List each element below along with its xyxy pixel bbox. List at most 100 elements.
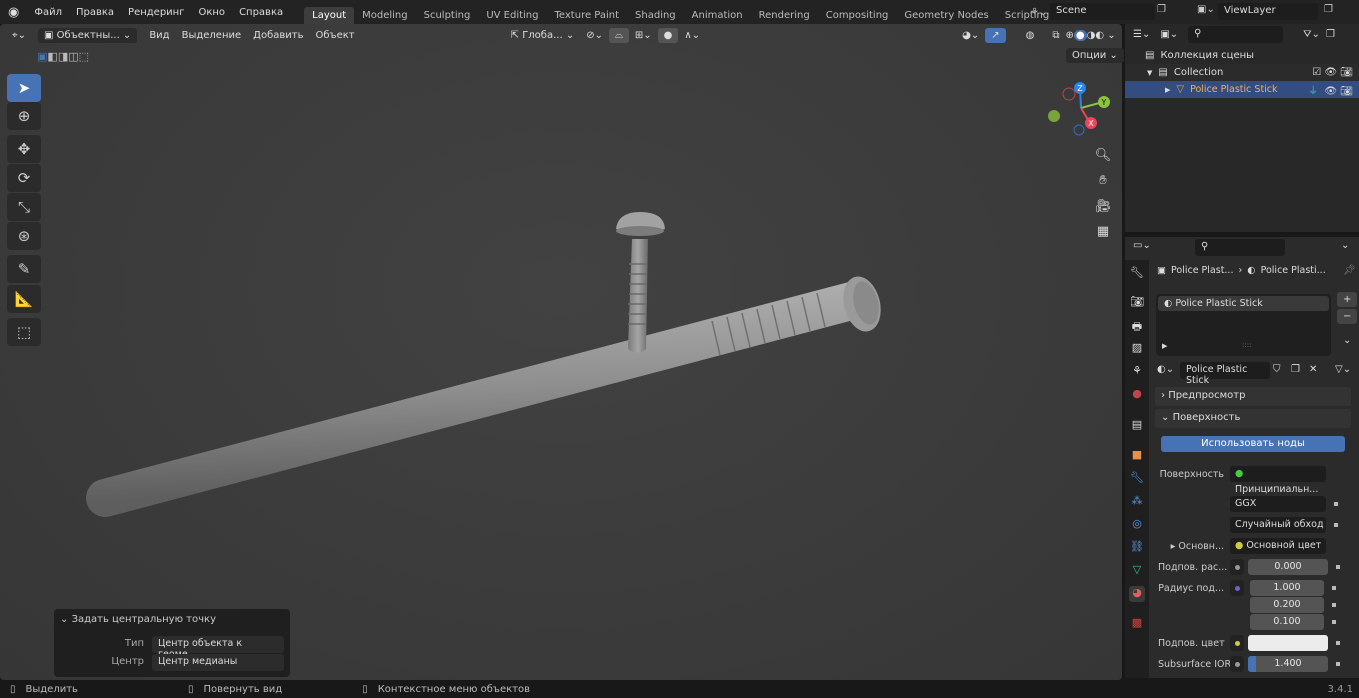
- zoom-icon[interactable]: 🔍︎: [1092, 145, 1114, 167]
- select-extend-icon[interactable]: ◧: [47, 50, 57, 63]
- rotate-tool[interactable]: ⟳: [7, 164, 41, 192]
- type-dropdown[interactable]: Центр объекта к геоме... ⌄: [152, 636, 284, 660]
- pan-hand-icon[interactable]: ✋︎: [1092, 170, 1114, 192]
- select-box-tool[interactable]: ➤: [7, 74, 41, 102]
- select-subtract-icon[interactable]: ◨: [58, 50, 68, 63]
- menu-select[interactable]: Выделение: [182, 30, 242, 41]
- keyframe-dot[interactable]: [1336, 662, 1340, 666]
- menu-object[interactable]: Объект: [316, 30, 355, 41]
- menu-file[interactable]: Файл: [27, 7, 69, 18]
- menu-view[interactable]: Вид: [149, 30, 169, 41]
- resize-handle-icon[interactable]: ::::: [1242, 341, 1251, 349]
- duplicate-material-icon[interactable]: ❐: [1291, 364, 1300, 375]
- tab-compositing[interactable]: Compositing: [818, 7, 897, 24]
- surface-panel-header[interactable]: ⌄ Поверхность: [1155, 409, 1351, 428]
- socket-icon[interactable]: [1230, 580, 1244, 596]
- keyframe-dot[interactable]: [1332, 603, 1336, 607]
- select-new-icon[interactable]: ▣: [37, 50, 47, 63]
- move-tool[interactable]: ✥: [7, 135, 41, 163]
- outliner-row-object[interactable]: ▶ ▽ Police Plastic Stick ⏚ 👁︎ 📷︎: [1125, 81, 1359, 98]
- radius-y-field[interactable]: 0.200: [1250, 597, 1324, 613]
- menu-edit[interactable]: Правка: [69, 7, 121, 18]
- last-op-header[interactable]: ⌄ Задать центральную точку: [60, 614, 216, 625]
- camera-view-icon[interactable]: 🎥︎: [1092, 196, 1114, 218]
- perspective-grid-icon[interactable]: ▦: [1092, 221, 1114, 243]
- fake-user-icon[interactable]: ⛉: [1273, 364, 1281, 375]
- keyframe-dot[interactable]: [1336, 565, 1340, 569]
- base-color-label[interactable]: ▸ Основн...: [1158, 541, 1230, 552]
- texture-tab-icon[interactable]: ▩: [1129, 616, 1145, 632]
- distribution-dropdown[interactable]: GGX: [1230, 496, 1326, 512]
- data-visibility-icons[interactable]: ⏚ 👁︎ 📷︎: [1308, 82, 1353, 97]
- subsurface-ior-field[interactable]: 1.400: [1248, 656, 1328, 672]
- keyframe-dot[interactable]: [1332, 586, 1336, 590]
- tool-tab-icon[interactable]: 🔧︎: [1129, 266, 1145, 282]
- add-cube-tool[interactable]: ⬚: [7, 318, 41, 346]
- xray-icon[interactable]: ⧉: [1046, 28, 1065, 43]
- socket-icon[interactable]: [1230, 559, 1244, 575]
- keyframe-dot[interactable]: [1336, 641, 1340, 645]
- browse-material-icon[interactable]: ◐⌄: [1157, 364, 1174, 375]
- particles-tab-icon[interactable]: ⁂: [1129, 494, 1145, 510]
- tab-sculpting[interactable]: Sculpting: [416, 7, 479, 24]
- object-tab-icon[interactable]: ■: [1129, 448, 1145, 464]
- socket-icon[interactable]: [1230, 656, 1244, 672]
- subsurface-method-dropdown[interactable]: Случайный обход: [1230, 517, 1326, 533]
- filter-view-icon[interactable]: ▣⌄: [1160, 29, 1178, 40]
- viewlayer-icon[interactable]: ▣⌄: [1197, 4, 1215, 15]
- tab-rendering[interactable]: Rendering: [751, 7, 818, 24]
- expand-icon[interactable]: ▶: [1162, 342, 1167, 350]
- material-tab-icon[interactable]: ◕: [1129, 586, 1145, 602]
- overlay-icon[interactable]: ◍: [1020, 28, 1041, 43]
- transform-tool[interactable]: ⊛: [7, 222, 41, 250]
- radius-x-field[interactable]: 1.000: [1250, 580, 1324, 596]
- menu-window[interactable]: Окно: [191, 7, 232, 18]
- cursor-tool[interactable]: ⊕: [7, 102, 41, 130]
- options-button[interactable]: Опции ⌄: [1066, 48, 1124, 63]
- scene-icon[interactable]: ⚘⌄: [1030, 7, 1047, 18]
- new-collection-icon[interactable]: ❐: [1326, 29, 1335, 40]
- new-viewlayer-icon[interactable]: ❐: [1324, 4, 1333, 15]
- outliner-row-collection[interactable]: ▼ ▤ Collection ☑ 👁︎ 📷︎: [1125, 64, 1359, 81]
- modifier-tab-icon[interactable]: 🔧︎: [1129, 471, 1145, 487]
- select-invert-icon[interactable]: ◫: [68, 50, 78, 63]
- annotate-tool[interactable]: ✎: [7, 255, 41, 283]
- tab-geometry-nodes[interactable]: Geometry Nodes: [896, 7, 996, 24]
- tab-texture-paint[interactable]: Texture Paint: [547, 7, 628, 24]
- render-tab-icon[interactable]: 📷︎: [1129, 295, 1145, 311]
- visibility-icon[interactable]: ◕⌄: [956, 28, 985, 43]
- gizmo-toggle-icon[interactable]: ↗: [985, 27, 1006, 43]
- keyframe-dot[interactable]: [1332, 620, 1336, 624]
- scale-tool[interactable]: ⤡: [7, 193, 41, 221]
- use-nodes-button[interactable]: Использовать ноды: [1161, 436, 1345, 452]
- output-tab-icon[interactable]: 🖶︎: [1129, 318, 1145, 334]
- tab-animation[interactable]: Animation: [684, 7, 751, 24]
- preview-panel-header[interactable]: › Предпросмотр: [1155, 387, 1351, 406]
- view-layer-tab-icon[interactable]: ▨: [1129, 341, 1145, 357]
- tab-shading[interactable]: Shading: [627, 7, 684, 24]
- tab-uv-editing[interactable]: UV Editing: [478, 7, 546, 24]
- keyframe-dot[interactable]: [1334, 502, 1338, 506]
- tab-modeling[interactable]: Modeling: [354, 7, 416, 24]
- collection-tab-icon[interactable]: ▤: [1129, 418, 1145, 434]
- proportional-edit-icon[interactable]: ●: [657, 27, 679, 43]
- add-slot-button[interactable]: +: [1337, 292, 1358, 307]
- data-tab-icon[interactable]: ▽: [1129, 563, 1145, 579]
- pin-icon[interactable]: 📌︎: [1343, 265, 1356, 276]
- navigation-gizmo[interactable]: Z Y X: [1045, 80, 1115, 140]
- subsurface-field[interactable]: 0.000: [1248, 559, 1328, 575]
- subsurface-color-swatch[interactable]: [1248, 635, 1328, 651]
- measure-tool[interactable]: 📐: [7, 285, 41, 313]
- checkbox-visibility-icons[interactable]: ☑ 👁︎ 📷︎: [1312, 67, 1353, 78]
- shading-wireframe-icon[interactable]: ⊕: [1065, 30, 1073, 41]
- shading-rendered-icon[interactable]: ◐ ⌄: [1095, 30, 1115, 41]
- link-mode-icon[interactable]: ▽⌄: [1335, 364, 1351, 375]
- menu-add[interactable]: Добавить: [253, 30, 303, 41]
- scene-tab-icon[interactable]: ⚘: [1129, 364, 1145, 380]
- material-slot[interactable]: ◐ Police Plastic Stick: [1158, 296, 1329, 311]
- menu-render[interactable]: Рендеринг: [121, 7, 191, 18]
- physics-tab-icon[interactable]: ◎: [1129, 517, 1145, 533]
- world-tab-icon[interactable]: ●: [1129, 387, 1145, 403]
- properties-search[interactable]: ⚲: [1195, 239, 1285, 256]
- tab-scripting[interactable]: Scripting: [997, 7, 1057, 24]
